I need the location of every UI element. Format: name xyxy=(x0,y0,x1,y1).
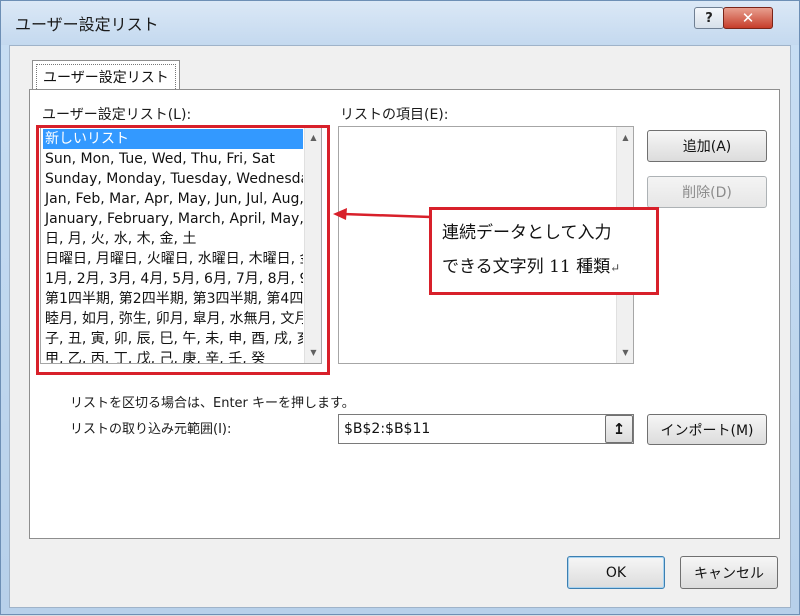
cancel-button[interactable]: キャンセル xyxy=(680,556,778,589)
list-item[interactable]: 子, 丑, 寅, 卯, 辰, 巳, 午, 未, 申, 酉, 戌, 亥 xyxy=(43,329,303,349)
delimiter-hint: リストを区切る場合は、Enter キーを押します。 xyxy=(70,396,355,411)
ok-button[interactable]: OK xyxy=(567,556,665,589)
import-button-label: インポート(M) xyxy=(660,422,754,439)
cancel-button-label: キャンセル xyxy=(694,565,764,582)
annotation-callout: 連続データとして入力 できる文字列 11 種類↵ xyxy=(429,207,659,295)
import-button[interactable]: インポート(M) xyxy=(647,414,767,445)
tab-panel: ユーザー設定リスト(L): 新しいリスト Sun, Mon, Tue, Wed, … xyxy=(29,89,780,539)
delete-button[interactable]: 削除(D) xyxy=(647,176,767,208)
list-item[interactable]: 日, 月, 火, 水, 木, 金, 土 xyxy=(43,229,303,249)
annotation-line-2: できる文字列 11 種類↵ xyxy=(442,250,646,285)
scroll-down-icon[interactable]: ▼ xyxy=(305,344,321,361)
add-button[interactable]: 追加(A) xyxy=(647,130,767,162)
list-item[interactable]: January, February, March, April, May, Ju… xyxy=(43,209,303,229)
list-item[interactable]: 睦月, 如月, 弥生, 卯月, 皐月, 水無月, 文月 xyxy=(43,309,303,329)
annotation-line-2-text: できる文字列 11 種類 xyxy=(442,257,611,277)
title-bar[interactable]: ユーザー設定リスト ? ✕ xyxy=(1,1,799,45)
delete-button-label: 削除(D) xyxy=(682,185,732,201)
custom-lists-scrollbar[interactable]: ▲ ▼ xyxy=(304,127,321,363)
collapse-range-button[interactable]: ↥ xyxy=(605,415,633,443)
import-range-label: リストの取り込み元範囲(I): xyxy=(70,422,232,437)
list-item[interactable]: Sun, Mon, Tue, Wed, Thu, Fri, Sat xyxy=(43,149,303,169)
scroll-up-icon[interactable]: ▲ xyxy=(617,129,633,146)
ok-button-label: OK xyxy=(605,564,627,581)
annotation-line-1: 連続データとして入力 xyxy=(442,223,612,243)
scroll-down-icon[interactable]: ▼ xyxy=(617,344,633,361)
add-button-label: 追加(A) xyxy=(682,139,732,155)
list-item[interactable]: 第1四半期, 第2四半期, 第3四半期, 第4四半期 xyxy=(43,289,303,309)
import-range-value: $B$2:$B$11 xyxy=(344,421,431,437)
dialog-body: ユーザー設定リスト ユーザー設定リスト(L): 新しいリスト Sun, Mon, … xyxy=(9,45,791,608)
dialog-title: ユーザー設定リスト xyxy=(15,15,159,34)
close-icon: ✕ xyxy=(741,9,755,27)
tab-custom-lists[interactable]: ユーザー設定リスト xyxy=(32,60,180,91)
help-icon: ? xyxy=(705,10,713,26)
collapse-dialog-icon: ↥ xyxy=(612,420,626,438)
scroll-up-icon[interactable]: ▲ xyxy=(305,129,321,146)
list-item[interactable]: 甲, 乙, 丙, 丁, 戊, 己, 庚, 辛, 壬, 癸 xyxy=(43,349,303,363)
list-item[interactable]: 日曜日, 月曜日, 火曜日, 水曜日, 木曜日, 金曜日, 土曜日 xyxy=(43,249,303,269)
return-mark-icon: ↵ xyxy=(610,261,621,275)
list-item[interactable]: Sunday, Monday, Tuesday, Wednesday, Thur… xyxy=(43,169,303,189)
custom-lists-dialog: ユーザー設定リスト ? ✕ ユーザー設定リスト ユーザー設定リスト(L): 新し… xyxy=(0,0,800,615)
list-item[interactable]: 1月, 2月, 3月, 4月, 5月, 6月, 7月, 8月, 9月 xyxy=(43,269,303,289)
list-entries-label: リストの項目(E): xyxy=(340,107,449,123)
custom-lists-items: 新しいリスト Sun, Mon, Tue, Wed, Thu, Fri, Sat S… xyxy=(43,129,303,363)
list-item[interactable]: Jan, Feb, Mar, Apr, May, Jun, Jul, Aug, … xyxy=(43,189,303,209)
list-item[interactable]: 新しいリスト xyxy=(43,129,303,149)
close-button[interactable]: ✕ xyxy=(723,7,773,29)
help-button[interactable]: ? xyxy=(694,7,724,29)
custom-lists-listbox[interactable]: 新しいリスト Sun, Mon, Tue, Wed, Thu, Fri, Sat S… xyxy=(40,126,322,364)
import-range-input[interactable]: $B$2:$B$11 xyxy=(338,414,634,444)
tab-label: ユーザー設定リスト xyxy=(43,70,169,86)
custom-lists-label: ユーザー設定リスト(L): xyxy=(42,107,192,123)
